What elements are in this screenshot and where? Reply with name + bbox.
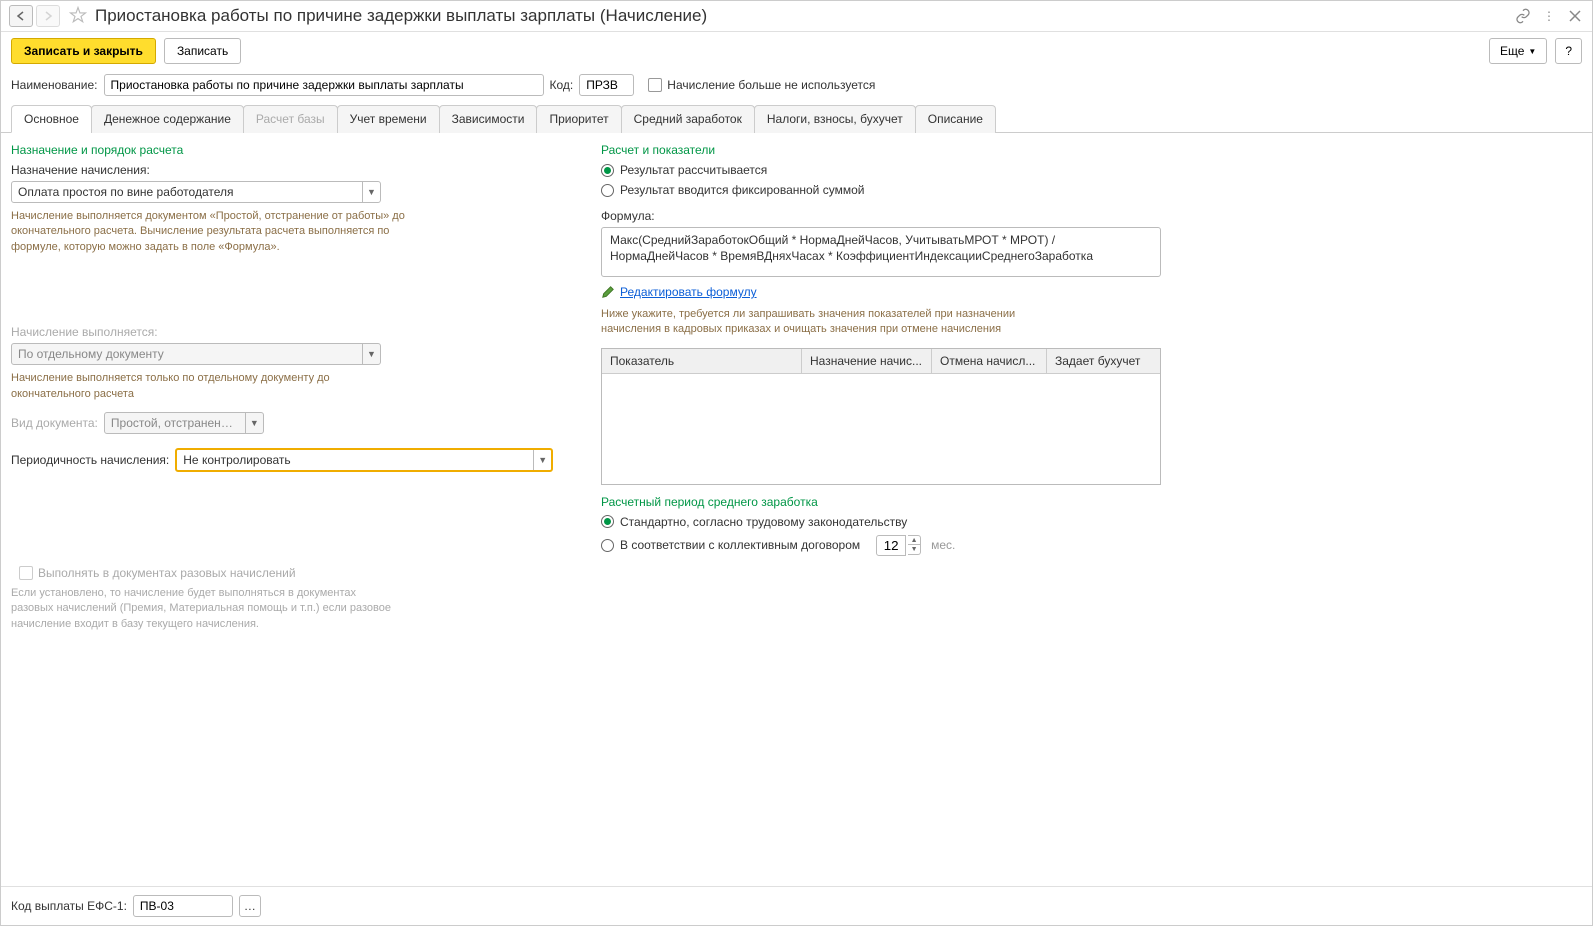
- nav-back-button[interactable]: [9, 5, 33, 27]
- purpose-hint: Начисление выполняется документом «Прост…: [11, 209, 411, 255]
- more-vertical-icon[interactable]: ⋮: [1540, 7, 1558, 25]
- radio-standard[interactable]: [601, 515, 614, 528]
- th-assign[interactable]: Назначение начис...: [802, 349, 932, 373]
- th-indicator[interactable]: Показатель: [602, 349, 802, 373]
- save-button[interactable]: Записать: [164, 38, 241, 64]
- th-cancel[interactable]: Отмена начисл...: [932, 349, 1047, 373]
- nav-forward-button[interactable]: [36, 5, 60, 27]
- edit-formula-label: Редактировать формулу: [620, 285, 757, 299]
- radio-collective[interactable]: [601, 539, 614, 552]
- tab-main[interactable]: Основное: [11, 105, 92, 133]
- arrow-right-icon: [42, 11, 54, 21]
- chevron-down-icon: ▼: [1528, 47, 1536, 56]
- spinner-up-icon[interactable]: ▲: [908, 536, 920, 545]
- radio-standard-label: Стандартно, согласно трудовому законодат…: [620, 515, 907, 529]
- perform-hint: Начисление выполняется только по отдельн…: [11, 371, 411, 402]
- pencil-icon: [601, 285, 615, 299]
- section-calc-title: Расчет и показатели: [601, 143, 1161, 157]
- window-title: Приостановка работы по причине задержки …: [95, 6, 1514, 26]
- tab-desc[interactable]: Описание: [915, 105, 996, 133]
- edit-formula-link[interactable]: Редактировать формулу: [601, 285, 1161, 299]
- radio-fixed[interactable]: [601, 184, 614, 197]
- section-period-title: Расчетный период среднего заработка: [601, 495, 1161, 509]
- tab-avg[interactable]: Средний заработок: [621, 105, 755, 133]
- table-body-empty: [602, 374, 1160, 484]
- perform-value: По отдельному документу: [12, 344, 362, 364]
- period-value: Не контролировать: [177, 450, 533, 470]
- indicators-hint: Ниже укажите, требуется ли запрашивать з…: [601, 307, 1061, 338]
- more-button-label: Еще: [1500, 44, 1524, 58]
- months-label: мес.: [931, 538, 955, 552]
- tab-tax[interactable]: Налоги, взносы, бухучет: [754, 105, 916, 133]
- indicators-table: Показатель Назначение начис... Отмена на…: [601, 348, 1161, 485]
- purpose-label: Назначение начисления:: [11, 163, 571, 177]
- months-input[interactable]: [876, 535, 906, 556]
- radio-fixed-label: Результат вводится фиксированной суммой: [620, 183, 864, 197]
- ellipsis-icon: …: [244, 899, 256, 913]
- name-input[interactable]: [104, 74, 544, 96]
- favorite-star-icon[interactable]: [69, 6, 89, 26]
- code-input[interactable]: [579, 74, 634, 96]
- tab-time[interactable]: Учет времени: [337, 105, 440, 133]
- radio-calculated[interactable]: [601, 164, 614, 177]
- onetime-checkbox: [19, 566, 33, 580]
- efs-label: Код выплаты ЕФС-1:: [11, 899, 127, 913]
- th-accounting[interactable]: Задает бухучет: [1047, 349, 1157, 373]
- purpose-value: Оплата простоя по вине работодателя: [12, 182, 362, 202]
- help-button[interactable]: ?: [1555, 38, 1582, 64]
- doctype-label: Вид документа:: [11, 416, 98, 430]
- onetime-label: Выполнять в документах разовых начислени…: [38, 566, 296, 580]
- efs-input[interactable]: [133, 895, 233, 917]
- tab-priority[interactable]: Приоритет: [536, 105, 621, 133]
- radio-calculated-label: Результат рассчитывается: [620, 163, 767, 177]
- chevron-down-icon: ▼: [245, 413, 263, 433]
- code-label: Код:: [550, 78, 574, 92]
- more-button[interactable]: Еще ▼: [1489, 38, 1547, 64]
- tabs-bar: Основное Денежное содержание Расчет базы…: [1, 104, 1592, 133]
- arrow-left-icon: [15, 11, 27, 21]
- formula-label: Формула:: [601, 209, 1161, 223]
- perform-select: По отдельному документу ▼: [11, 343, 381, 365]
- radio-collective-label: В соответствии с коллективным договором: [620, 538, 860, 552]
- tab-base[interactable]: Расчет базы: [243, 105, 338, 133]
- purpose-select[interactable]: Оплата простоя по вине работодателя ▼: [11, 181, 381, 203]
- not-used-checkbox[interactable]: [648, 78, 662, 92]
- tab-money[interactable]: Денежное содержание: [91, 105, 244, 133]
- tab-deps[interactable]: Зависимости: [439, 105, 538, 133]
- formula-box: Макс(СреднийЗаработокОбщий * НормаДнейЧа…: [601, 227, 1161, 277]
- close-icon[interactable]: [1566, 7, 1584, 25]
- chevron-down-icon[interactable]: ▼: [362, 182, 380, 202]
- spinner-down-icon[interactable]: ▼: [908, 545, 920, 554]
- efs-select-button[interactable]: …: [239, 895, 261, 917]
- doctype-select: Простой, отстранение от р ▼: [104, 412, 264, 434]
- section-purpose-title: Назначение и порядок расчета: [11, 143, 571, 157]
- save-close-button[interactable]: Записать и закрыть: [11, 38, 156, 64]
- doctype-value: Простой, отстранение от р: [105, 413, 245, 433]
- chevron-down-icon: ▼: [362, 344, 380, 364]
- name-label: Наименование:: [11, 78, 98, 92]
- perform-label: Начисление выполняется:: [11, 325, 571, 339]
- period-select[interactable]: Не контролировать ▼: [175, 448, 553, 472]
- onetime-hint: Если установлено, то начисление будет вы…: [11, 586, 391, 632]
- chevron-down-icon[interactable]: ▼: [533, 450, 551, 470]
- link-icon[interactable]: [1514, 7, 1532, 25]
- not-used-label: Начисление больше не используется: [667, 78, 875, 92]
- period-label: Периодичность начисления:: [11, 453, 169, 467]
